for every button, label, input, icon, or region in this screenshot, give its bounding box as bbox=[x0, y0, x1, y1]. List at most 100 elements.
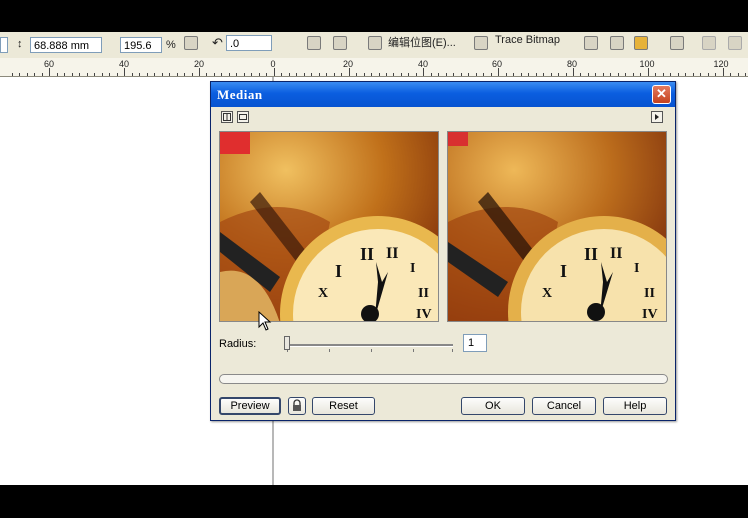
ruler-tick bbox=[461, 73, 462, 76]
horizontal-ruler[interactable]: 60 40 20 0 20 40 60 80 100 120 bbox=[0, 58, 748, 77]
ruler-tick bbox=[87, 73, 88, 76]
ruler-tick bbox=[580, 73, 581, 76]
original-preview-image: I X II II I II IV bbox=[219, 131, 439, 322]
svg-text:I: I bbox=[410, 261, 415, 276]
to-front-icon[interactable] bbox=[702, 36, 716, 50]
ruler-tick bbox=[745, 73, 746, 76]
svg-text:II: II bbox=[418, 286, 429, 301]
ruler-tick bbox=[513, 73, 514, 76]
lock-ratio-icon[interactable] bbox=[184, 36, 198, 50]
ruler-tick bbox=[192, 73, 193, 76]
ruler-tick bbox=[162, 73, 163, 76]
svg-text:II: II bbox=[386, 245, 398, 262]
ruler-tick bbox=[379, 73, 380, 76]
svg-text:I: I bbox=[634, 261, 639, 276]
ruler-tick bbox=[281, 73, 282, 76]
ruler-tick bbox=[64, 73, 65, 76]
cancel-button[interactable]: Cancel bbox=[532, 397, 596, 415]
ruler-tick bbox=[633, 73, 634, 76]
dialog-titlebar[interactable]: Median ✕ bbox=[211, 82, 675, 107]
ruler-tick bbox=[251, 73, 252, 76]
ruler-tick bbox=[34, 73, 35, 76]
ruler-tick bbox=[319, 73, 320, 76]
edit-bitmap-button[interactable]: 编辑位图(E)... bbox=[388, 34, 456, 50]
trace-bitmap-button[interactable]: Trace Bitmap bbox=[495, 34, 560, 46]
ruler-tick bbox=[57, 73, 58, 76]
trace-bitmap-icon[interactable] bbox=[474, 36, 488, 50]
ruler-tick bbox=[311, 73, 312, 76]
ruler-tick bbox=[12, 73, 13, 76]
ruler-tick bbox=[543, 73, 544, 76]
ruler-tick bbox=[453, 73, 454, 76]
radius-slider-thumb[interactable] bbox=[284, 336, 290, 350]
ruler-tick bbox=[349, 68, 350, 76]
ruler-tick bbox=[132, 73, 133, 76]
ruler-tick bbox=[72, 73, 73, 76]
ruler-tick bbox=[42, 73, 43, 76]
slider-tick bbox=[371, 349, 372, 352]
menu-arrow-icon[interactable] bbox=[651, 111, 663, 123]
edit-bitmap-icon[interactable] bbox=[368, 36, 382, 50]
slider-tick bbox=[329, 349, 330, 352]
ruler-tick bbox=[364, 73, 365, 76]
median-dialog: Median ✕ I X II II I II IV I X II II I I… bbox=[210, 81, 676, 421]
split-preview-icon[interactable] bbox=[221, 111, 233, 123]
ruler-tick bbox=[730, 73, 731, 76]
ruler-tick bbox=[438, 73, 439, 76]
ruler-tick bbox=[700, 73, 701, 76]
wrap-text-icon[interactable] bbox=[670, 36, 684, 50]
help-button[interactable]: Help bbox=[603, 397, 667, 415]
height-icon: ↕ bbox=[17, 38, 23, 50]
ruler-tick bbox=[79, 73, 80, 76]
reset-button[interactable]: Reset bbox=[312, 397, 375, 415]
ruler-tick bbox=[685, 73, 686, 76]
resample-icon[interactable] bbox=[610, 36, 624, 50]
dialog-title: Median bbox=[217, 87, 263, 102]
ruler-tick bbox=[416, 73, 417, 76]
close-icon[interactable]: ✕ bbox=[652, 85, 671, 104]
ruler-tick bbox=[371, 73, 372, 76]
to-back-icon[interactable] bbox=[728, 36, 742, 50]
ruler-tick bbox=[214, 73, 215, 76]
ruler-tick bbox=[184, 73, 185, 76]
preview-button[interactable]: Preview bbox=[219, 397, 281, 415]
mirror-vertical-icon[interactable] bbox=[333, 36, 347, 50]
ruler-tick bbox=[640, 73, 641, 76]
scale-field[interactable]: 195.6 bbox=[120, 37, 162, 53]
rotation-field[interactable]: .0 bbox=[226, 35, 272, 51]
ruler-tick bbox=[618, 73, 619, 76]
ruler-tick bbox=[468, 73, 469, 76]
ruler-tick bbox=[573, 68, 574, 76]
ruler-tick bbox=[326, 73, 327, 76]
ruler-tick bbox=[498, 68, 499, 76]
ruler-tick bbox=[386, 73, 387, 76]
ruler-tick bbox=[244, 73, 245, 76]
ruler-tick bbox=[566, 73, 567, 76]
ruler-tick bbox=[648, 68, 649, 76]
crop-bitmap-icon[interactable] bbox=[584, 36, 598, 50]
ruler-tick bbox=[693, 73, 694, 76]
ruler-tick bbox=[715, 73, 716, 76]
ruler-tick bbox=[423, 68, 424, 76]
radius-input[interactable]: 1 bbox=[463, 334, 487, 352]
radius-slider-track[interactable] bbox=[286, 344, 453, 347]
ruler-tick bbox=[94, 73, 95, 76]
mirror-horizontal-icon[interactable] bbox=[307, 36, 321, 50]
height-field[interactable]: 68.888 mm bbox=[30, 37, 102, 53]
width-field-edge[interactable] bbox=[0, 37, 8, 53]
slider-tick bbox=[413, 349, 414, 352]
lock-icon[interactable] bbox=[288, 397, 306, 415]
single-preview-icon[interactable] bbox=[237, 111, 249, 123]
ruler-label: 100 bbox=[639, 59, 655, 69]
ruler-tick bbox=[528, 73, 529, 76]
ruler-tick bbox=[603, 73, 604, 76]
ruler-tick bbox=[117, 73, 118, 76]
ok-button[interactable]: OK bbox=[461, 397, 525, 415]
ruler-tick bbox=[536, 73, 537, 76]
ruler-tick bbox=[446, 73, 447, 76]
ruler-tick bbox=[169, 73, 170, 76]
ruler-tick bbox=[401, 73, 402, 76]
ruler-tick bbox=[334, 73, 335, 76]
bitmap-color-mask-icon[interactable] bbox=[634, 36, 648, 50]
ruler-tick bbox=[304, 73, 305, 76]
